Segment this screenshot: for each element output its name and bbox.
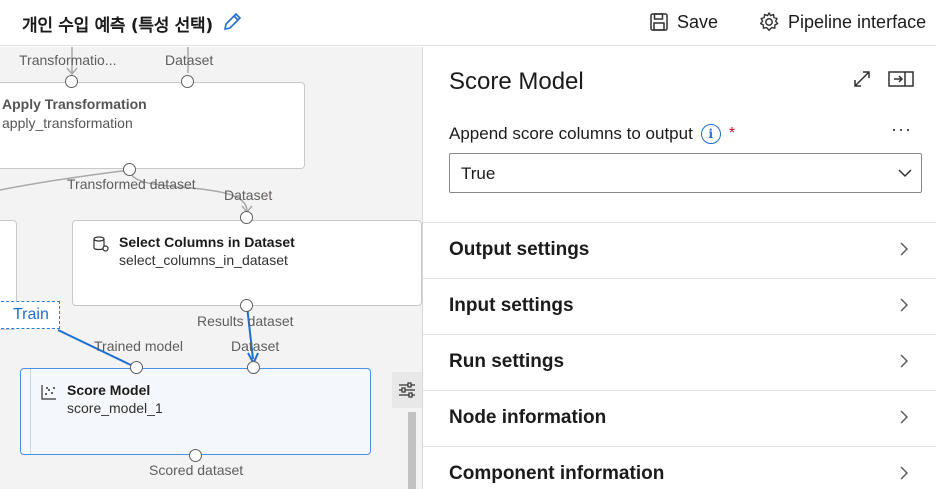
edit-icon[interactable]	[221, 11, 243, 33]
input-port[interactable]	[240, 211, 253, 224]
expand-icon[interactable]	[852, 69, 872, 89]
section-run-settings[interactable]: Run settings	[423, 334, 936, 390]
input-port[interactable]	[130, 361, 143, 374]
section-component-information[interactable]: Component information	[423, 446, 936, 489]
input-port[interactable]	[247, 361, 260, 374]
node-title: Select Columns in Dataset	[119, 234, 295, 250]
section-label: Input settings	[449, 295, 574, 316]
train-node-tag[interactable]: Train	[0, 301, 60, 329]
panel-title: Score Model	[449, 68, 584, 95]
node-subtitle: apply_transformation	[2, 115, 133, 131]
section-label: Run settings	[449, 351, 565, 372]
save-label: Save	[677, 11, 719, 32]
pipeline-interface-button[interactable]: Pipeline interface	[758, 8, 926, 36]
port-label-scored-dataset: Scored dataset	[149, 462, 244, 478]
node-title: Score Model	[67, 382, 151, 398]
section-node-information[interactable]: Node information	[423, 390, 936, 446]
section-label: Component information	[449, 463, 665, 484]
gear-icon	[759, 12, 779, 31]
chevron-right-icon	[900, 298, 909, 312]
filter-icon	[399, 382, 415, 398]
select-value: True	[461, 164, 496, 183]
field-label-text: Append score columns to output	[449, 124, 693, 143]
panel-toggle-button[interactable]	[392, 372, 422, 408]
section-label: Node information	[449, 407, 607, 428]
dock-icon[interactable]	[888, 69, 914, 89]
properties-panel: Score Model Append score columns to outp…	[422, 47, 936, 489]
node-title: Apply Transformation	[2, 96, 147, 112]
chevron-right-icon	[900, 410, 909, 424]
append-score-select[interactable]: True	[449, 153, 922, 193]
node-subtitle: score_model_1	[67, 400, 163, 416]
chevron-right-icon	[900, 242, 909, 256]
chevron-down-icon	[898, 169, 912, 178]
section-input-settings[interactable]: Input settings	[423, 278, 936, 334]
canvas-scrollbar[interactable]	[408, 412, 416, 489]
save-button[interactable]: Save	[649, 8, 718, 36]
port-label-dataset-score: Dataset	[231, 338, 280, 354]
more-icon[interactable]: ···	[891, 119, 912, 140]
chevron-right-icon	[900, 466, 909, 480]
node-accent-bar	[30, 369, 31, 454]
top-bar: 개인 수입 예측 (특성 선택) Save Pipeline interface	[0, 0, 936, 46]
port-label-results-dataset: Results dataset	[197, 313, 294, 329]
output-port[interactable]	[189, 449, 202, 462]
port-label-transformed-dataset: Transformed dataset	[67, 176, 196, 192]
port-label-transformation: Transformatio...	[19, 52, 117, 68]
pipeline-title: 개인 수입 예측 (특성 선택)	[22, 16, 213, 36]
port-label-dataset-top: Dataset	[165, 52, 214, 68]
score-model-node[interactable]: Score Model score_model_1	[20, 368, 371, 455]
append-score-label: Append score columns to output i *	[449, 124, 735, 144]
port-label-trained-model: Trained model	[94, 338, 183, 354]
input-port[interactable]	[181, 75, 194, 88]
database-icon	[93, 236, 109, 252]
pipeline-interface-label: Pipeline interface	[788, 11, 927, 32]
apply-transformation-node[interactable]: Apply Transformation apply_transformatio…	[0, 82, 305, 169]
pipeline-canvas[interactable]: Transformatio... Dataset Apply Transform…	[0, 47, 422, 489]
output-port[interactable]	[123, 163, 136, 176]
section-output-settings[interactable]: Output settings	[423, 222, 936, 278]
output-port[interactable]	[240, 299, 253, 312]
required-marker: *	[728, 125, 736, 142]
port-label-dataset-select: Dataset	[224, 187, 273, 203]
select-columns-node[interactable]: Select Columns in Dataset select_columns…	[72, 220, 422, 306]
section-label: Output settings	[449, 239, 590, 260]
input-port[interactable]	[65, 75, 78, 88]
info-icon[interactable]: i	[700, 124, 721, 144]
node-subtitle: select_columns_in_dataset	[119, 252, 288, 268]
chevron-right-icon	[900, 354, 909, 368]
save-icon	[650, 13, 668, 31]
scatter-icon	[41, 385, 56, 400]
